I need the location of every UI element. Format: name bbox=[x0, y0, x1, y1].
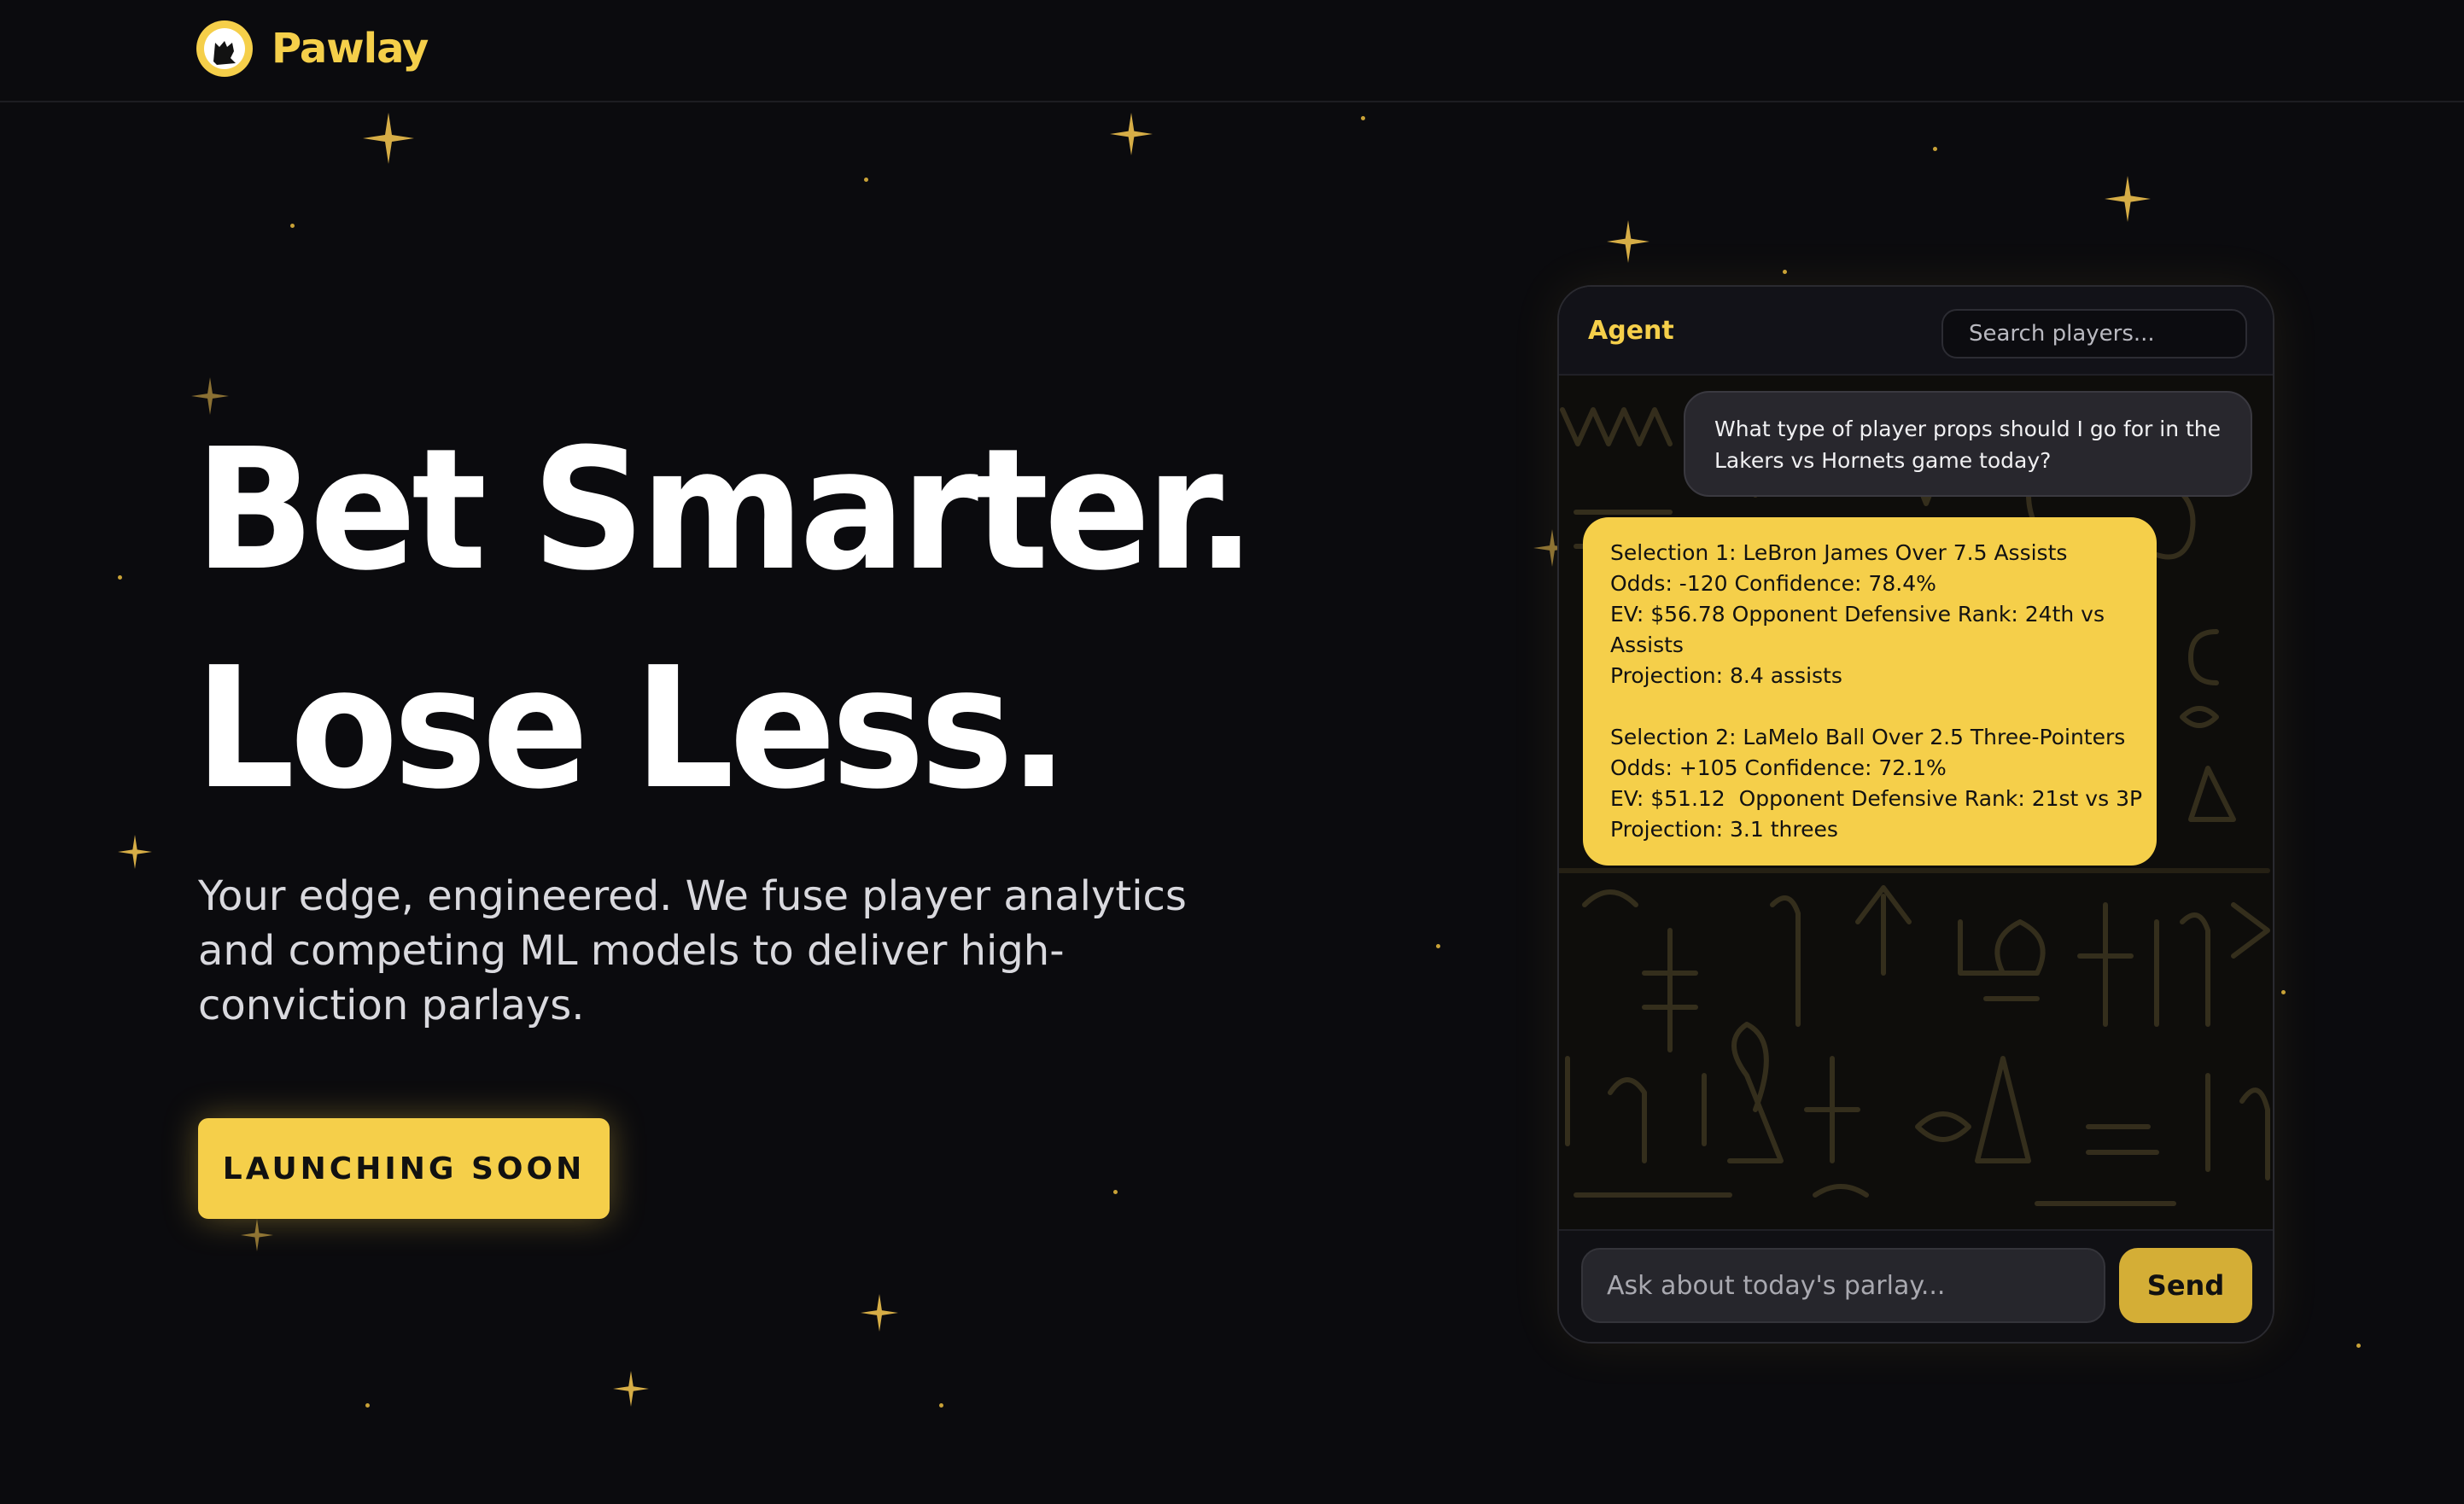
agent-message-line: EV: $51.12 Opponent Defensive Rank: 21st… bbox=[1610, 786, 2143, 811]
headline-line-1: Bet Smarter. bbox=[195, 413, 1256, 608]
star-dot bbox=[1436, 944, 1440, 948]
agent-message-line: Selection 2: LaMelo Ball Over 2.5 Three-… bbox=[1610, 725, 2126, 749]
agent-message-line: Projection: 3.1 threes bbox=[1610, 817, 1838, 842]
sparkle-icon bbox=[861, 1294, 898, 1332]
star-dot bbox=[1361, 116, 1365, 120]
send-button[interactable]: Send bbox=[2119, 1248, 2252, 1323]
agent-message-line: Odds: -120 Confidence: 78.4% bbox=[1610, 571, 1936, 596]
user-message-bubble: What type of player props should I go fo… bbox=[1684, 391, 2252, 497]
ask-parlay-input[interactable] bbox=[1581, 1248, 2105, 1323]
star-dot bbox=[365, 1403, 370, 1408]
hero-headline: Bet Smarter. Lose Less. bbox=[195, 401, 1256, 838]
star-dot bbox=[864, 178, 868, 182]
sparkle-icon bbox=[1607, 220, 1649, 263]
sparkle-icon bbox=[241, 1219, 273, 1251]
brand-name: Pawlay bbox=[272, 25, 429, 73]
chat-composer: Send bbox=[1559, 1229, 2273, 1342]
hero-subtitle: Your edge, engineered. We fuse player an… bbox=[198, 872, 1187, 1029]
agent-tab[interactable]: Agent bbox=[1588, 316, 1674, 346]
sparkle-icon bbox=[613, 1371, 649, 1407]
star-dot bbox=[118, 575, 122, 580]
sparkle-icon bbox=[1110, 113, 1153, 155]
chat-messages: What type of player props should I go fo… bbox=[1559, 376, 2273, 1229]
sparkle-icon bbox=[118, 835, 152, 869]
agent-message-line: EV: $56.78 Opponent Defensive Rank: 24th… bbox=[1610, 602, 2105, 627]
launching-soon-button[interactable]: LAUNCHING SOON bbox=[198, 1118, 610, 1219]
star-dot bbox=[1113, 1190, 1118, 1194]
headline-line-2: Lose Less. bbox=[195, 632, 1069, 826]
sparkle-icon bbox=[2105, 176, 2151, 222]
sparkle-icon bbox=[363, 113, 414, 164]
agent-message-line: Odds: +105 Confidence: 72.1% bbox=[1610, 755, 1947, 780]
agent-message-line: Assists bbox=[1610, 632, 1684, 657]
star-dot bbox=[1783, 270, 1787, 274]
star-dot bbox=[2356, 1344, 2361, 1348]
chat-panel: Agent Search players... What type of pla… bbox=[1557, 285, 2274, 1344]
search-players-input[interactable] bbox=[1941, 309, 2247, 359]
star-dot bbox=[1933, 147, 1937, 151]
star-dot bbox=[2281, 990, 2286, 994]
cat-logo-icon bbox=[196, 20, 253, 77]
chat-header: Agent bbox=[1559, 287, 2273, 376]
star-dot bbox=[939, 1403, 943, 1408]
agent-message-line: Projection: 8.4 assists bbox=[1610, 663, 1842, 688]
star-dot bbox=[290, 224, 295, 228]
top-nav: Pawlay bbox=[0, 0, 2464, 102]
agent-message-line: Selection 1: LeBron James Over 7.5 Assis… bbox=[1610, 540, 2068, 565]
brand-logo[interactable]: Pawlay bbox=[196, 20, 429, 77]
agent-message-bubble: Selection 1: LeBron James Over 7.5 Assis… bbox=[1583, 517, 2157, 866]
landing-page: Pawlay Bet Smarter. Lose Less. Your edge… bbox=[0, 0, 2464, 1504]
